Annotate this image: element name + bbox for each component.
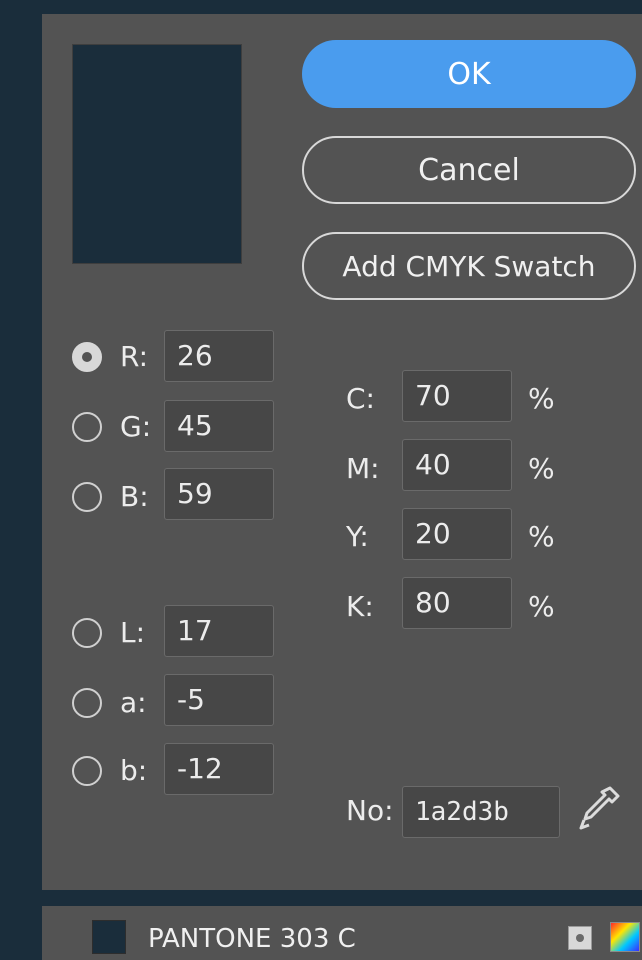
l-field[interactable]: 17: [164, 605, 274, 657]
r-label: R:: [120, 340, 149, 373]
swatch-color-chip[interactable]: [92, 920, 126, 954]
g-label: G:: [120, 410, 152, 443]
swatch-name[interactable]: PANTONE 303 C: [148, 924, 356, 954]
lab-b-label: b:: [120, 754, 148, 787]
hex-label: No:: [346, 794, 394, 827]
hex-field[interactable]: 1a2d3b: [402, 786, 560, 838]
add-cmyk-swatch-button[interactable]: Add CMYK Swatch: [302, 232, 636, 300]
k-label: K:: [346, 590, 374, 623]
m-field[interactable]: 40: [402, 439, 512, 491]
m-percent: %: [528, 452, 555, 485]
a-field[interactable]: -5: [164, 674, 274, 726]
eyedropper-icon[interactable]: [574, 782, 624, 838]
radio-lab-b[interactable]: [72, 756, 102, 786]
radio-l[interactable]: [72, 618, 102, 648]
l-label: L:: [120, 616, 146, 649]
c-percent: %: [528, 382, 555, 415]
c-label: C:: [346, 382, 375, 415]
a-label: a:: [120, 686, 147, 719]
c-field[interactable]: 70: [402, 370, 512, 422]
cancel-button[interactable]: Cancel: [302, 136, 636, 204]
cmyk-mode-icon: [610, 922, 640, 952]
radio-r[interactable]: [72, 342, 102, 372]
radio-b[interactable]: [72, 482, 102, 512]
b-field[interactable]: 59: [164, 468, 274, 520]
r-field[interactable]: 26: [164, 330, 274, 382]
radio-g[interactable]: [72, 412, 102, 442]
y-label: Y:: [346, 520, 369, 553]
m-label: M:: [346, 452, 380, 485]
y-percent: %: [528, 520, 555, 553]
ok-button[interactable]: OK: [302, 40, 636, 108]
g-field[interactable]: 45: [164, 400, 274, 452]
radio-a[interactable]: [72, 688, 102, 718]
b-label: B:: [120, 480, 149, 513]
lab-b-field[interactable]: -12: [164, 743, 274, 795]
y-field[interactable]: 20: [402, 508, 512, 560]
color-preview: [72, 44, 242, 264]
k-percent: %: [528, 590, 555, 623]
spot-color-icon: [568, 926, 592, 950]
k-field[interactable]: 80: [402, 577, 512, 629]
